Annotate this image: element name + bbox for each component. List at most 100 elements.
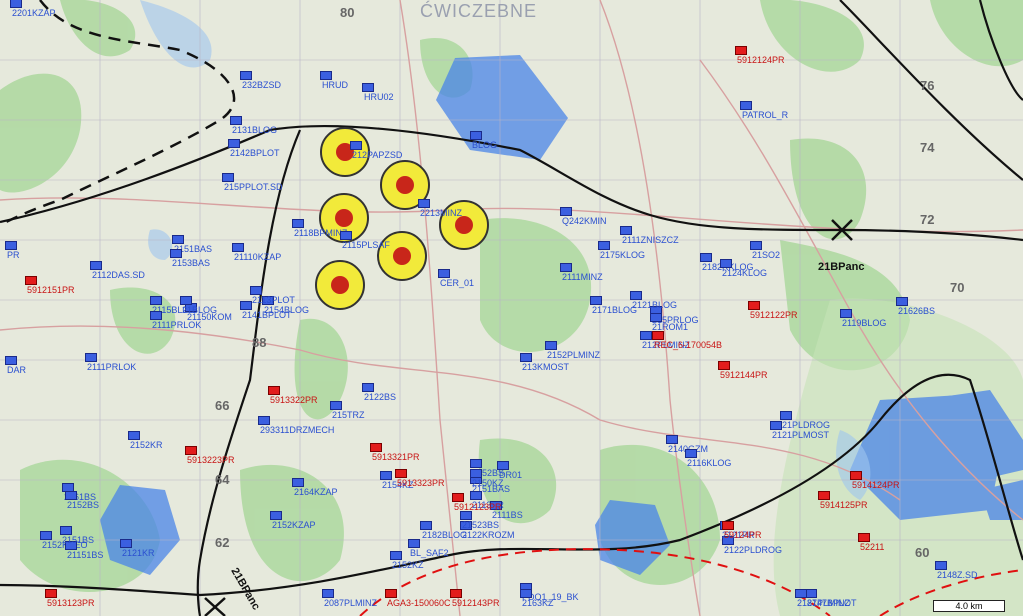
blue-unit-label: DAR bbox=[7, 365, 27, 375]
red-unit-symbol[interactable] bbox=[652, 331, 664, 340]
blue-unit-label: 2171BLOG bbox=[592, 305, 638, 315]
blue-unit-symbol[interactable] bbox=[40, 531, 52, 540]
red-unit-symbol[interactable] bbox=[370, 443, 382, 452]
blue-unit-symbol[interactable] bbox=[258, 416, 270, 425]
blue-unit-symbol[interactable] bbox=[222, 173, 234, 182]
blue-unit-symbol[interactable] bbox=[322, 589, 334, 598]
blue-unit-symbol[interactable] bbox=[560, 263, 572, 272]
blue-unit-symbol[interactable] bbox=[545, 341, 557, 350]
red-unit-symbol[interactable] bbox=[268, 386, 280, 395]
blue-unit-label: 2142BPLOT bbox=[230, 148, 280, 158]
blue-unit-symbol[interactable] bbox=[230, 116, 242, 125]
red-unit-symbol[interactable] bbox=[735, 46, 747, 55]
blue-unit-symbol[interactable] bbox=[935, 561, 947, 570]
red-unit-symbol[interactable] bbox=[185, 446, 197, 455]
blue-unit-label: 21PLDROG bbox=[782, 420, 831, 430]
blue-unit-symbol[interactable] bbox=[380, 471, 392, 480]
blue-unit-symbol[interactable] bbox=[180, 296, 192, 305]
blue-unit-label: BLOG bbox=[472, 140, 498, 150]
red-unit-symbol[interactable] bbox=[450, 589, 462, 598]
blue-unit-symbol[interactable] bbox=[5, 356, 17, 365]
blue-unit-symbol[interactable] bbox=[330, 401, 342, 410]
red-unit-symbol[interactable] bbox=[748, 301, 760, 310]
blue-unit-symbol[interactable] bbox=[128, 431, 140, 440]
red-unit-symbol[interactable] bbox=[722, 521, 734, 530]
blue-unit-symbol[interactable] bbox=[795, 589, 807, 598]
blue-unit-symbol[interactable] bbox=[650, 313, 662, 322]
blue-unit-symbol[interactable] bbox=[408, 539, 420, 548]
blue-unit-symbol[interactable] bbox=[460, 511, 472, 520]
blue-unit-symbol[interactable] bbox=[720, 259, 732, 268]
blue-unit-symbol[interactable] bbox=[85, 353, 97, 362]
red-unit-label: 5912151PR bbox=[27, 285, 75, 295]
blue-unit-symbol[interactable] bbox=[172, 235, 184, 244]
blue-unit-symbol[interactable] bbox=[470, 491, 482, 500]
blue-unit-symbol[interactable] bbox=[640, 331, 652, 340]
red-unit-symbol[interactable] bbox=[850, 471, 862, 480]
blue-unit-symbol[interactable] bbox=[470, 131, 482, 140]
blue-unit-symbol[interactable] bbox=[418, 199, 430, 208]
red-unit-symbol[interactable] bbox=[718, 361, 730, 370]
blue-unit-symbol[interactable] bbox=[750, 241, 762, 250]
blue-unit-symbol[interactable] bbox=[240, 71, 252, 80]
blue-unit-symbol[interactable] bbox=[470, 459, 482, 468]
blue-unit-symbol[interactable] bbox=[497, 461, 509, 470]
blue-unit-symbol[interactable] bbox=[840, 309, 852, 318]
blue-unit-symbol[interactable] bbox=[896, 297, 908, 306]
blue-unit-symbol[interactable] bbox=[292, 478, 304, 487]
red-unit-symbol[interactable] bbox=[818, 491, 830, 500]
blue-unit-symbol[interactable] bbox=[560, 207, 572, 216]
blue-unit-symbol[interactable] bbox=[685, 449, 697, 458]
blue-unit-symbol[interactable] bbox=[520, 589, 532, 598]
blue-unit-symbol[interactable] bbox=[362, 383, 374, 392]
blue-unit-symbol[interactable] bbox=[362, 83, 374, 92]
blue-unit-symbol[interactable] bbox=[60, 526, 72, 535]
grid-number: 66 bbox=[215, 398, 230, 413]
blue-unit-symbol[interactable] bbox=[65, 491, 77, 500]
blue-unit-symbol[interactable] bbox=[292, 219, 304, 228]
blue-unit-label: 293311DRZMECH bbox=[260, 425, 335, 435]
blue-unit-symbol[interactable] bbox=[666, 435, 678, 444]
blue-unit-label: BL_SAF2 bbox=[410, 548, 449, 558]
blue-unit-symbol[interactable] bbox=[420, 521, 432, 530]
red-unit-symbol[interactable] bbox=[385, 589, 397, 598]
red-unit-symbol[interactable] bbox=[858, 533, 870, 542]
blue-unit-symbol[interactable] bbox=[5, 241, 17, 250]
red-unit-symbol[interactable] bbox=[452, 493, 464, 502]
blue-unit-label: 232BZSD bbox=[242, 80, 282, 90]
blue-unit-symbol[interactable] bbox=[438, 269, 450, 278]
blue-unit-symbol[interactable] bbox=[740, 101, 752, 110]
blue-unit-symbol[interactable] bbox=[780, 411, 792, 420]
blue-unit-symbol[interactable] bbox=[120, 539, 132, 548]
blue-unit-label: 2213MINZ bbox=[420, 208, 463, 218]
blue-unit-symbol[interactable] bbox=[470, 469, 482, 478]
red-unit-symbol[interactable] bbox=[25, 276, 37, 285]
blue-unit-symbol[interactable] bbox=[630, 291, 642, 300]
blue-unit-symbol[interactable] bbox=[240, 301, 252, 310]
red-unit-label: 5914124PR bbox=[852, 480, 900, 490]
blue-unit-symbol[interactable] bbox=[90, 261, 102, 270]
blue-unit-symbol[interactable] bbox=[270, 511, 282, 520]
blue-unit-label: 2152PLMINZ bbox=[547, 350, 601, 360]
blue-unit-symbol[interactable] bbox=[320, 71, 332, 80]
blue-unit-symbol[interactable] bbox=[340, 231, 352, 240]
blue-unit-symbol[interactable] bbox=[150, 311, 162, 320]
blue-unit-symbol[interactable] bbox=[170, 249, 182, 258]
blue-unit-symbol[interactable] bbox=[232, 243, 244, 252]
blue-unit-symbol[interactable] bbox=[700, 253, 712, 262]
red-unit-symbol[interactable] bbox=[45, 589, 57, 598]
red-unit-symbol[interactable] bbox=[395, 469, 407, 478]
blue-unit-symbol[interactable] bbox=[620, 226, 632, 235]
blue-unit-symbol[interactable] bbox=[390, 551, 402, 560]
blue-unit-symbol[interactable] bbox=[590, 296, 602, 305]
blue-unit-symbol[interactable] bbox=[770, 421, 782, 430]
blue-unit-symbol[interactable] bbox=[228, 139, 240, 148]
blue-unit-symbol[interactable] bbox=[10, 0, 22, 8]
blue-unit-symbol[interactable] bbox=[520, 353, 532, 362]
blue-unit-symbol[interactable] bbox=[150, 296, 162, 305]
scale-bar: 4.0 km bbox=[933, 600, 1005, 612]
blue-unit-symbol[interactable] bbox=[350, 141, 362, 150]
blue-unit-symbol[interactable] bbox=[598, 241, 610, 250]
blue-unit-symbol[interactable] bbox=[250, 286, 262, 295]
blue-unit-label: 215PPLOT.SD bbox=[224, 182, 283, 192]
